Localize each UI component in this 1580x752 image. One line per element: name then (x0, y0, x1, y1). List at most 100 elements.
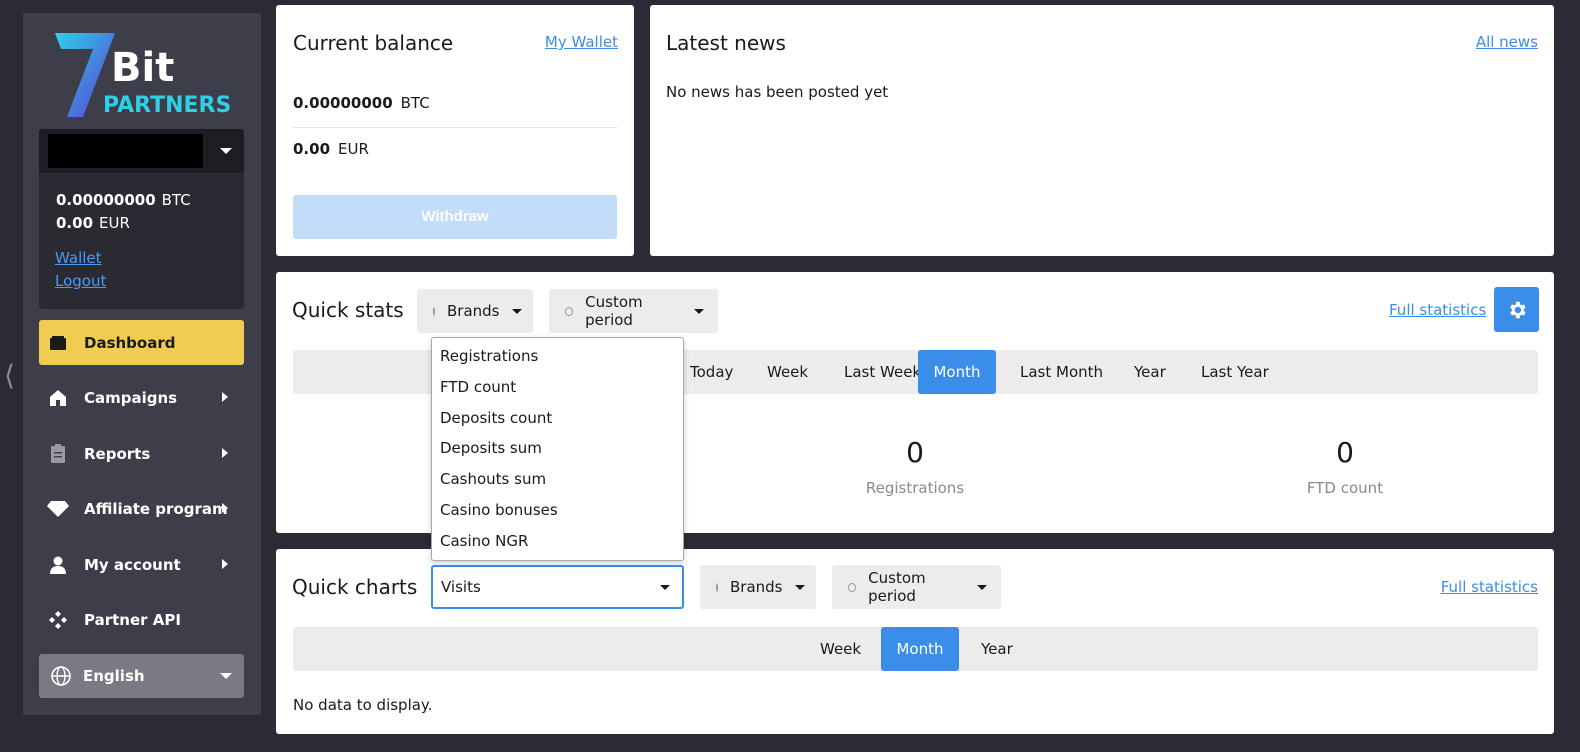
gear-icon (1509, 301, 1526, 318)
dropdown-option-casino-ngr[interactable]: Casino NGR (440, 532, 528, 550)
sidebar-item-affiliate-program[interactable]: Affiliate program (39, 486, 244, 531)
account-btc-balance: 0.00000000 BTC (56, 191, 191, 209)
logo-text-bit: Bit (111, 45, 174, 91)
language-selector[interactable]: English (39, 654, 244, 698)
tab-year[interactable]: Year (964, 627, 1030, 671)
quick-charts-title: Quick charts (292, 575, 418, 599)
news-panel: Latest news All news No news has been po… (650, 5, 1554, 256)
full-statistics-link[interactable]: Full statistics (1441, 578, 1538, 596)
tab-year[interactable]: Year (1117, 350, 1183, 394)
all-news-link[interactable]: All news (1476, 33, 1538, 51)
caret-down-icon (794, 584, 805, 590)
radio-icon (848, 582, 857, 592)
balance-title: Current balance (293, 31, 454, 55)
globe-icon (51, 666, 71, 686)
metric-value: Visits (441, 578, 481, 596)
my-wallet-link[interactable]: My Wallet (545, 33, 618, 51)
clipboard-icon (47, 443, 69, 465)
wallet-icon (47, 332, 69, 354)
eur-amount: 0.00 (293, 140, 331, 158)
home-icon (47, 387, 69, 409)
chevron-right-icon (222, 559, 228, 569)
chevron-right-icon (222, 392, 228, 402)
sidebar-item-my-account[interactable]: My account (39, 542, 244, 587)
quick-stats-title: Quick stats (292, 298, 404, 322)
withdraw-button[interactable]: Withdraw (293, 195, 617, 239)
ftd-count-value: 0 (1336, 436, 1354, 469)
logo-text-partners: PARTNERS (103, 93, 231, 118)
sidebar-item-dashboard[interactable]: Dashboard (39, 320, 244, 365)
balance-panel: Current balance My Wallet 0.00000000 BTC … (276, 5, 634, 256)
dropdown-option-ftd-count[interactable]: FTD count (440, 378, 516, 396)
balance-eur: 0.00 EUR (293, 140, 369, 158)
btc-currency: BTC (400, 94, 430, 112)
tab-week[interactable]: Week (750, 350, 825, 394)
dropdown-option-casino-bonuses[interactable]: Casino bonuses (440, 501, 558, 519)
caret-down-icon (977, 584, 987, 590)
btc-currency: BTC (161, 191, 191, 209)
caret-down-icon (511, 308, 522, 314)
dropdown-option-cashouts-sum[interactable]: Cashouts sum (440, 470, 546, 488)
tab-week[interactable]: Week (803, 627, 878, 671)
nav-label: Campaigns (84, 388, 178, 407)
brand-logo[interactable]: Bit PARTNERS (53, 29, 243, 125)
balance-btc: 0.00000000 BTC (293, 94, 430, 112)
nav-label: Reports (84, 444, 151, 463)
brands-label: Brands (730, 578, 783, 596)
chevron-right-icon (222, 448, 228, 458)
dropdown-option-registrations[interactable]: Registrations (440, 347, 538, 365)
sidebar-item-campaigns[interactable]: Campaigns (39, 375, 244, 420)
metric-dropdown-menu: Registrations FTD count Deposits count D… (431, 337, 684, 561)
nav-label: Partner API (84, 610, 181, 629)
radio-icon (565, 306, 574, 316)
settings-button[interactable] (1494, 287, 1539, 332)
nav-label: Affiliate program (84, 499, 228, 518)
nav-label: Dashboard (84, 333, 176, 352)
nav-label: My account (84, 555, 181, 574)
logout-link[interactable]: Logout (55, 272, 106, 290)
eur-currency: EUR (338, 140, 369, 158)
divider (293, 127, 617, 128)
sidebar-item-reports[interactable]: Reports (39, 431, 244, 476)
brands-filter[interactable]: Brands (417, 289, 533, 333)
tab-today[interactable]: Today (673, 350, 750, 394)
dropdown-option-deposits-count[interactable]: Deposits count (440, 409, 552, 427)
sidebar-collapse-icon[interactable]: ⟨ (4, 358, 16, 394)
ftd-count-label: FTD count (1306, 479, 1384, 497)
user-icon (47, 554, 69, 576)
news-title: Latest news (666, 31, 786, 55)
custom-period-filter[interactable]: Custom period (549, 289, 718, 333)
eur-currency: EUR (99, 214, 130, 232)
redacted-account-name (48, 134, 203, 168)
btc-amount: 0.00000000 (56, 191, 156, 209)
wallet-link[interactable]: Wallet (55, 249, 102, 267)
btc-amount: 0.00000000 (293, 94, 393, 112)
caret-down-icon (220, 673, 232, 679)
brands-label: Brands (447, 302, 500, 320)
brands-filter[interactable]: Brands (700, 565, 816, 609)
tab-last-year[interactable]: Last Year (1184, 350, 1286, 394)
metric-select[interactable]: Visits (431, 565, 684, 609)
registrations-label: Registrations (865, 479, 965, 497)
diamond-icon (47, 498, 69, 520)
radio-icon (433, 306, 435, 316)
account-selector[interactable] (39, 129, 244, 173)
caret-down-icon (694, 308, 704, 314)
account-eur-balance: 0.00 EUR (56, 214, 130, 232)
chart-empty-message: No data to display. (293, 696, 433, 714)
custom-period-filter[interactable]: Custom period (832, 565, 1001, 609)
tab-month[interactable]: Month (881, 627, 959, 671)
dropdown-option-deposits-sum[interactable]: Deposits sum (440, 439, 542, 457)
api-nodes-icon (47, 609, 69, 631)
news-empty-message: No news has been posted yet (666, 83, 889, 101)
period-label: Custom period (868, 569, 926, 605)
caret-down-icon (660, 585, 670, 590)
tab-last-month[interactable]: Last Month (1003, 350, 1120, 394)
period-label: Custom period (585, 293, 643, 329)
tab-month[interactable]: Month (918, 350, 996, 394)
chart-period-tabs: Week Month Year (293, 627, 1538, 671)
radio-icon (716, 582, 718, 592)
full-statistics-link[interactable]: Full statistics (1389, 301, 1486, 319)
language-label: English (83, 667, 145, 685)
sidebar-item-partner-api[interactable]: Partner API (39, 597, 244, 642)
